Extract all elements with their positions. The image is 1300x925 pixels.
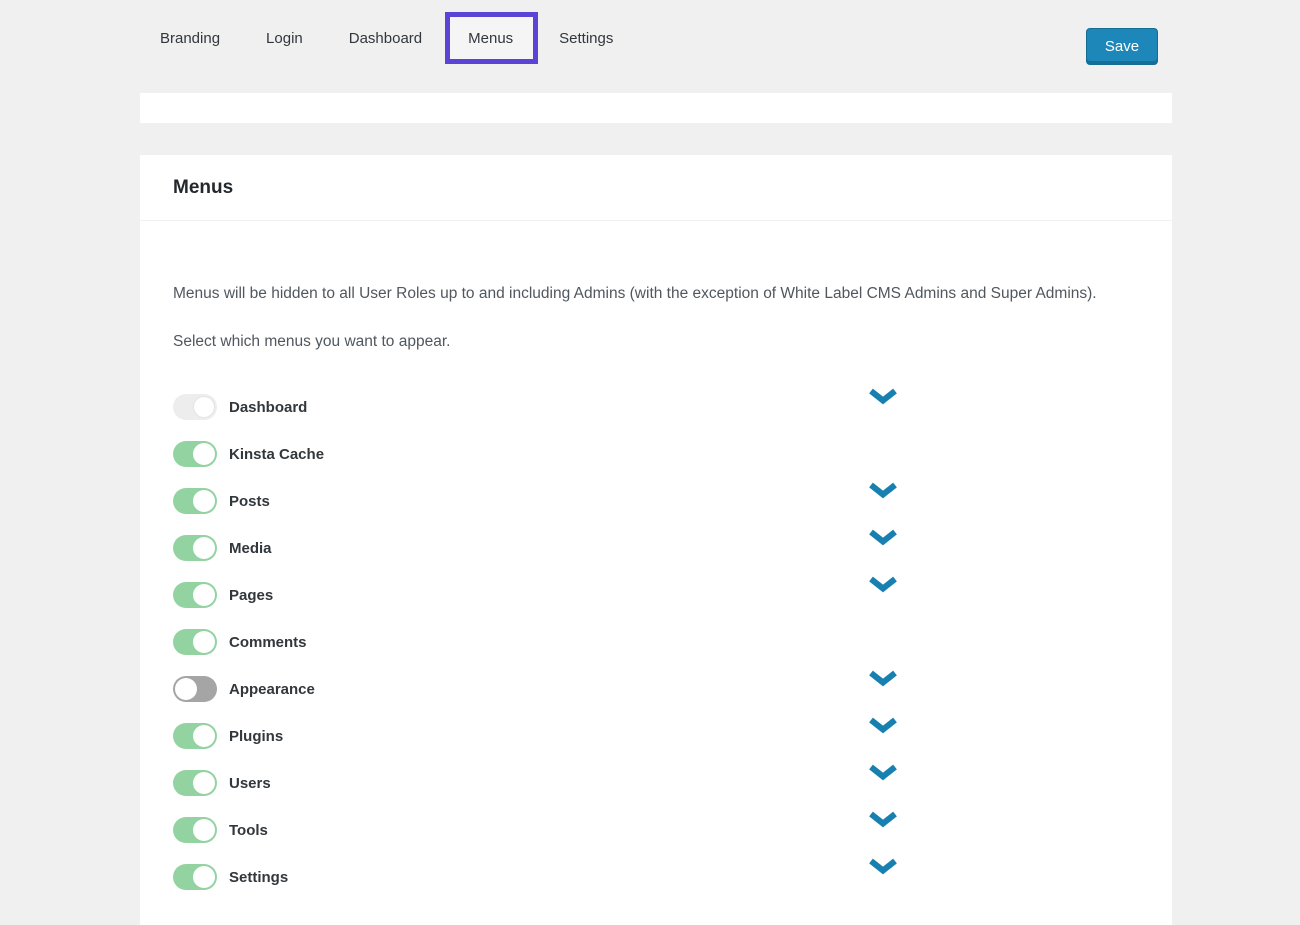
chevron-down-icon[interactable] — [868, 670, 898, 687]
menu-toggle-users[interactable] — [173, 770, 217, 796]
menu-row-plugins: Plugins — [173, 723, 1112, 749]
menu-row-kinsta-cache: Kinsta Cache — [173, 441, 1112, 467]
toggle-knob — [193, 537, 215, 559]
menu-label: Posts — [229, 493, 270, 510]
tab-label: Menus — [468, 30, 513, 47]
menu-toggle-pages[interactable] — [173, 582, 217, 608]
menus-instruction: Select which menus you want to appear. — [173, 331, 1112, 353]
toggle-knob — [193, 631, 215, 653]
menus-panel: Menus Menus will be hidden to all User R… — [140, 155, 1172, 925]
menu-list: Dashboard Kinsta Cache Posts Media — [173, 394, 1112, 890]
toggle-knob — [193, 490, 215, 512]
menu-label: Tools — [229, 822, 268, 839]
menu-toggle-appearance[interactable] — [173, 676, 217, 702]
toolbar-strip — [140, 93, 1172, 123]
tab-settings[interactable]: Settings — [559, 29, 613, 49]
menu-toggle-posts[interactable] — [173, 488, 217, 514]
chevron-down-icon[interactable] — [868, 811, 898, 828]
chevron-down-icon[interactable] — [868, 576, 898, 593]
toggle-knob — [193, 584, 215, 606]
menu-row-comments: Comments — [173, 629, 1112, 655]
tab-label: Branding — [160, 30, 220, 47]
toggle-knob — [193, 866, 215, 888]
toggle-knob — [193, 725, 215, 747]
chevron-down-icon[interactable] — [868, 388, 898, 405]
chevron-down-icon[interactable] — [868, 529, 898, 546]
page: Branding Login Dashboard Menus Settings … — [0, 0, 1300, 925]
menu-row-posts: Posts — [173, 488, 1112, 514]
tab-label: Settings — [559, 30, 613, 47]
chevron-down-icon[interactable] — [868, 482, 898, 499]
panel-body: Menus will be hidden to all User Roles u… — [140, 278, 1172, 890]
menu-label: Settings — [229, 869, 288, 886]
toggle-knob — [193, 772, 215, 794]
menu-toggle-media[interactable] — [173, 535, 217, 561]
menu-label: Dashboard — [229, 399, 307, 416]
menu-label: Kinsta Cache — [229, 446, 324, 463]
menus-description: Menus will be hidden to all User Roles u… — [173, 278, 1112, 309]
tab-dashboard[interactable]: Dashboard — [349, 29, 422, 49]
menu-toggle-settings[interactable] — [173, 864, 217, 890]
menu-row-appearance: Appearance — [173, 676, 1112, 702]
menu-label: Plugins — [229, 728, 283, 745]
menu-row-pages: Pages — [173, 582, 1112, 608]
menu-row-dashboard: Dashboard — [173, 394, 1112, 420]
menu-label: Appearance — [229, 681, 315, 698]
menu-row-tools: Tools — [173, 817, 1112, 843]
menu-toggle-tools[interactable] — [173, 817, 217, 843]
chevron-down-icon[interactable] — [868, 764, 898, 781]
menu-label: Pages — [229, 587, 273, 604]
menu-label: Users — [229, 775, 271, 792]
tab-branding[interactable]: Branding — [160, 29, 220, 49]
menu-toggle-comments[interactable] — [173, 629, 217, 655]
toggle-knob — [193, 443, 215, 465]
top-navigation: Branding Login Dashboard Menus Settings … — [0, 0, 1300, 93]
toggle-knob — [193, 396, 215, 418]
menu-toggle-plugins[interactable] — [173, 723, 217, 749]
chevron-down-icon[interactable] — [868, 717, 898, 734]
tab-bar: Branding Login Dashboard Menus Settings — [160, 29, 613, 49]
menu-label: Media — [229, 540, 272, 557]
save-button[interactable]: Save — [1086, 28, 1158, 65]
menu-row-users: Users — [173, 770, 1112, 796]
toggle-knob — [193, 819, 215, 841]
tab-label: Login — [266, 30, 303, 47]
chevron-down-icon[interactable] — [868, 858, 898, 875]
menu-row-settings: Settings — [173, 864, 1112, 890]
menu-toggle-dashboard — [173, 394, 217, 420]
tab-label: Dashboard — [349, 30, 422, 47]
menu-toggle-kinsta-cache[interactable] — [173, 441, 217, 467]
toggle-knob — [175, 678, 197, 700]
panel-header: Menus — [140, 155, 1172, 221]
menu-row-media: Media — [173, 535, 1112, 561]
tab-login[interactable]: Login — [266, 29, 303, 49]
tab-menus[interactable]: Menus — [468, 29, 513, 49]
menu-label: Comments — [229, 634, 307, 651]
panel-title: Menus — [173, 177, 233, 199]
